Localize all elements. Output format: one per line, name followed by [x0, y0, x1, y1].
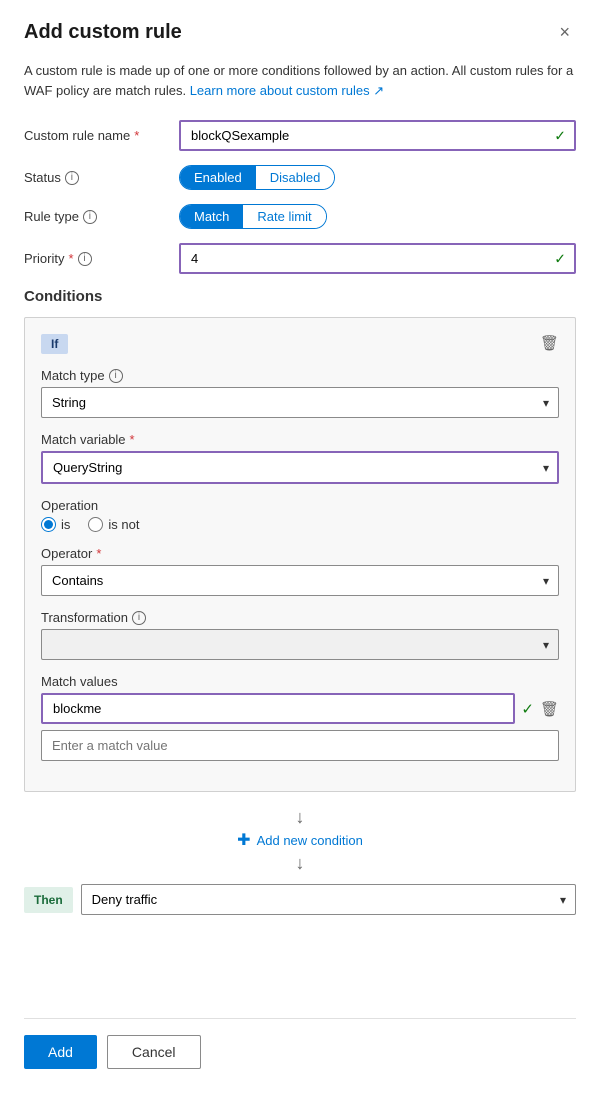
operator-label: Operator * [41, 546, 559, 561]
match-type-wrapper: String IP Address Geo ▾ [41, 387, 559, 418]
match-value-delete-icon[interactable]: 🗑 [540, 700, 559, 718]
transformation-info-icon[interactable]: i [132, 611, 146, 625]
add-button[interactable]: Add [24, 1035, 97, 1069]
dialog-title: Add custom rule [24, 21, 182, 44]
match-variable-wrapper: QueryString RequestUri RequestBody ▾ [41, 451, 559, 484]
dialog-header: Add custom rule × [24, 20, 576, 45]
rule-type-label: Rule type i [24, 209, 179, 224]
if-badge: If [41, 334, 68, 354]
then-row: Then Deny traffic Allow traffic Log ▾ [24, 884, 576, 915]
rule-type-toggle-group: Match Rate limit [179, 204, 327, 229]
operation-isnot-option[interactable]: is not [88, 517, 139, 532]
conditions-section: Conditions If 🗑 Match type i String IP A… [24, 288, 576, 939]
custom-rule-name-row: Custom rule name * ✓ [24, 120, 576, 151]
match-values-label: Match values [41, 674, 559, 689]
match-type-info-icon[interactable]: i [109, 369, 123, 383]
operation-is-option[interactable]: is [41, 517, 70, 532]
condition-card-header: If 🗑 [41, 334, 559, 368]
priority-required-indicator: * [68, 251, 73, 266]
match-value-check-icon: ✓ [521, 700, 534, 718]
status-disabled-button[interactable]: Disabled [256, 166, 335, 189]
match-value-input[interactable] [41, 693, 515, 724]
priority-label: Priority * i [24, 251, 179, 266]
transformation-wrapper: Lowercase Uppercase Trim UrlDecode UrlEn… [41, 629, 559, 660]
description-text: A custom rule is made up of one or more … [24, 61, 576, 100]
match-type-label: Match type i [41, 368, 559, 383]
status-control: Enabled Disabled [179, 165, 576, 190]
then-action-select[interactable]: Deny traffic Allow traffic Log [81, 884, 576, 915]
status-row: Status i Enabled Disabled [24, 165, 576, 190]
status-label: Status i [24, 170, 179, 185]
priority-check-icon: ✓ [554, 250, 566, 267]
match-variable-select[interactable]: QueryString RequestUri RequestBody [41, 451, 559, 484]
operation-label: Operation [41, 498, 559, 513]
enter-match-value-input[interactable] [41, 730, 559, 761]
close-button[interactable]: × [553, 20, 576, 45]
match-variable-field: Match variable * QueryString RequestUri … [41, 432, 559, 484]
match-variable-label: Match variable * [41, 432, 559, 447]
custom-rule-name-label: Custom rule name * [24, 128, 179, 143]
operator-wrapper: Contains Equals StartsWith EndsWith ▾ [41, 565, 559, 596]
learn-more-link[interactable]: Learn more about custom rules ↗ [190, 83, 384, 98]
operation-is-radio[interactable] [41, 517, 56, 532]
priority-control: ✓ [179, 243, 576, 274]
operation-isnot-radio[interactable] [88, 517, 103, 532]
status-toggle-group: Enabled Disabled [179, 165, 335, 190]
rule-type-row: Rule type i Match Rate limit [24, 204, 576, 229]
status-info-icon[interactable]: i [65, 171, 79, 185]
then-action-wrapper: Deny traffic Allow traffic Log ▾ [81, 884, 576, 915]
plus-icon: ✚ [237, 830, 250, 850]
dialog: Add custom rule × A custom rule is made … [0, 0, 600, 1093]
external-link-icon: ↗ [373, 83, 384, 98]
then-badge: Then [24, 887, 73, 913]
add-condition-row: ↓ ✚ Add new condition ↓ [24, 808, 576, 872]
match-values-field: Match values ✓ 🗑 [41, 674, 559, 761]
rule-type-match-button[interactable]: Match [180, 205, 243, 228]
check-icon: ✓ [554, 127, 566, 144]
match-value-row: ✓ 🗑 [41, 693, 559, 724]
transformation-label: Transformation i [41, 610, 559, 625]
priority-row: Priority * i ✓ [24, 243, 576, 274]
match-type-field: Match type i String IP Address Geo ▾ [41, 368, 559, 418]
operation-radio-group: is is not [41, 517, 559, 532]
delete-condition-icon[interactable]: 🗑 [540, 334, 559, 352]
operator-required: * [96, 546, 101, 561]
operator-select[interactable]: Contains Equals StartsWith EndsWith [41, 565, 559, 596]
status-enabled-button[interactable]: Enabled [180, 166, 256, 189]
add-condition-button[interactable]: ✚ Add new condition [229, 826, 371, 854]
footer-buttons: Add Cancel [24, 1018, 576, 1069]
operation-field: Operation is is not [41, 498, 559, 532]
priority-input[interactable] [179, 243, 576, 274]
match-variable-required: * [130, 432, 135, 447]
custom-rule-name-control: ✓ [179, 120, 576, 151]
custom-rule-name-input[interactable] [179, 120, 576, 151]
priority-info-icon[interactable]: i [78, 252, 92, 266]
conditions-title: Conditions [24, 288, 576, 305]
rule-type-rate-limit-button[interactable]: Rate limit [243, 205, 325, 228]
arrow-down-icon: ↓ [296, 808, 305, 826]
condition-card: If 🗑 Match type i String IP Address Geo … [24, 317, 576, 792]
cancel-button[interactable]: Cancel [107, 1035, 201, 1069]
rule-type-info-icon[interactable]: i [83, 210, 97, 224]
operator-field: Operator * Contains Equals StartsWith En… [41, 546, 559, 596]
required-indicator: * [134, 128, 139, 143]
match-type-select[interactable]: String IP Address Geo [41, 387, 559, 418]
transformation-select[interactable]: Lowercase Uppercase Trim UrlDecode UrlEn… [41, 629, 559, 660]
transformation-field: Transformation i Lowercase Uppercase Tri… [41, 610, 559, 660]
arrow-down-2-icon: ↓ [296, 854, 305, 872]
rule-type-control: Match Rate limit [179, 204, 576, 229]
